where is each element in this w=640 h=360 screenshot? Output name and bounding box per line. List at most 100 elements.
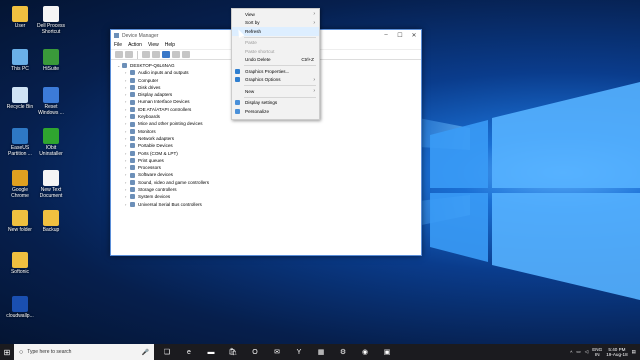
edge-icon[interactable]: e (178, 344, 200, 360)
notification-icon[interactable]: ▤ (632, 349, 636, 355)
computer-icon (122, 63, 127, 69)
tree-item[interactable]: › Monitors (125, 128, 421, 135)
tree-item[interactable]: › Processors (125, 164, 421, 171)
network-icon[interactable]: ▭ (576, 349, 580, 355)
menu-file[interactable]: File (114, 42, 122, 48)
tree-item[interactable]: › Software devices (125, 171, 421, 178)
menu-item[interactable]: Refresh (232, 27, 319, 36)
desktop-icon[interactable]: User (3, 6, 37, 29)
close-button[interactable]: ✕ (407, 32, 421, 39)
desktop-icon[interactable]: Recycle Bin (3, 87, 37, 110)
tree-item-label: Storage controllers (138, 187, 177, 193)
menu-item[interactable]: Paste shortcut (232, 47, 319, 56)
store-icon[interactable]: 🛍 (222, 344, 244, 360)
chevron-up-icon[interactable]: ^ (570, 350, 572, 355)
tree-item[interactable]: › Portable Devices (125, 142, 421, 149)
tree-item-label: IDE ATA/ATAPI controllers (138, 106, 192, 112)
menu-item-label: Graphics Properties... (245, 68, 290, 74)
task-view-icon[interactable]: ❏ (156, 344, 178, 360)
desktop-icon[interactable]: This PC (3, 49, 37, 72)
tree-item-label: Mice and other pointing devices (138, 121, 203, 127)
menu-item[interactable]: Personalize (232, 107, 319, 116)
file-explorer-icon[interactable]: ▬ (200, 344, 222, 360)
volume-icon[interactable]: ◁ (585, 349, 589, 355)
system-tray: ^ ▭ ◁ ENG IN 5:40 PM 19-Aug-18 ▤ (570, 347, 640, 358)
clock-date: 19-Aug-18 (606, 352, 628, 357)
clock[interactable]: 5:40 PM 19-Aug-18 (606, 347, 627, 358)
desktop-icon[interactable]: EaseUS Partition ... (3, 128, 37, 157)
tree-item-label: Display adapters (138, 92, 173, 98)
scan-hardware-button[interactable] (172, 51, 180, 58)
microphone-icon[interactable]: 🎤 (142, 349, 149, 356)
menu-help[interactable]: Help (165, 42, 175, 48)
menu-item[interactable]: Graphics Properties... (232, 67, 319, 76)
desktop-icon[interactable]: HiSuite (34, 49, 68, 72)
menu-item[interactable]: Undo Delete Ctrl+Z (232, 56, 319, 65)
menu-item[interactable]: Graphics Options › (232, 76, 319, 85)
desktop-icon[interactable]: Reset Windows ... (34, 87, 68, 116)
start-button[interactable]: ⊞ (0, 344, 14, 360)
menu-item[interactable]: New › (232, 87, 319, 96)
forward-button[interactable] (125, 51, 133, 58)
tree-item[interactable]: › Storage controllers (125, 186, 421, 193)
desktop-icon[interactable]: Google Chrome (3, 170, 37, 199)
tree-item-label: Keyboards (138, 114, 160, 120)
desktop-icon-label: cloudwallp... (6, 313, 34, 319)
menu-item[interactable]: Display settings (232, 99, 319, 108)
desktop-icon[interactable]: Softonic (3, 252, 37, 275)
help-button[interactable] (162, 51, 170, 58)
tree-item[interactable]: › Print queues (125, 157, 421, 164)
menu-item-label: Undo Delete (245, 57, 271, 63)
tree-item[interactable]: › Network adapters (125, 135, 421, 142)
menu-item[interactable]: View › (232, 10, 319, 19)
app-icon (12, 296, 28, 312)
windows-logo-icon: ⊞ (3, 347, 11, 357)
chevron-right-icon: › (313, 88, 315, 95)
desktop-icon-label: Recycle Bin (6, 104, 34, 110)
outlook-icon[interactable]: O (244, 344, 266, 360)
tree-item[interactable]: › Ports (COM & LPT) (125, 150, 421, 157)
tree-item-label: Sound, video and game controllers (138, 179, 209, 185)
device-category-icon (130, 194, 135, 200)
menu-separator (244, 85, 316, 86)
notepad-icon[interactable]: ▦ (310, 344, 332, 360)
toolbar-separator (137, 50, 138, 59)
search-box[interactable]: ○ Type here to search 🎤 (14, 344, 154, 360)
desktop-icon-label: IObit Uninstaller (39, 145, 63, 157)
window-title: Device Manager (122, 32, 159, 39)
minimize-button[interactable]: – (379, 32, 393, 39)
menu-view[interactable]: View (148, 42, 159, 48)
other-icon[interactable]: ▣ (376, 344, 398, 360)
desktop-icon[interactable]: IObit Uninstaller (34, 128, 68, 157)
app-icon (43, 87, 59, 103)
back-button[interactable] (115, 51, 123, 58)
chrome-icon[interactable]: ◉ (354, 344, 376, 360)
tree-item[interactable]: › Mice and other pointing devices (125, 120, 421, 127)
properties-button[interactable] (152, 51, 160, 58)
menu-item[interactable]: Paste (232, 39, 319, 48)
show-hide-tree-button[interactable] (142, 51, 150, 58)
desktop-icon[interactable]: Dell Process Shortcut (34, 6, 68, 35)
desktop-icon[interactable]: Backup (34, 210, 68, 233)
tree-item-label: Portable Devices (138, 143, 173, 149)
monitor-button[interactable] (182, 51, 190, 58)
desktop-icon[interactable]: New folder (3, 210, 37, 233)
chevron-right-icon: › (313, 76, 315, 83)
maximize-button[interactable]: ☐ (393, 32, 407, 39)
menu-item-icon (235, 108, 240, 114)
tree-item[interactable]: › System devices (125, 193, 421, 200)
device-category-icon (130, 187, 135, 193)
tree-item[interactable]: › Sound, video and game controllers (125, 179, 421, 186)
desktop-icon[interactable]: cloudwallp... (3, 296, 37, 319)
menu-item[interactable]: Sort by › (232, 19, 319, 28)
yandex-icon[interactable]: Y (288, 344, 310, 360)
language-indicator[interactable]: ENG IN (592, 347, 602, 357)
desktop-icon[interactable]: New Text Document (34, 170, 68, 199)
menu-action[interactable]: Action (128, 42, 142, 48)
menu-item-label: View (245, 11, 255, 17)
settings-icon[interactable]: ⚙ (332, 344, 354, 360)
tree-item-label: Software devices (138, 172, 173, 178)
tree-item[interactable]: › Universal Serial Bus controllers (125, 201, 421, 208)
mail-icon[interactable]: ✉ (266, 344, 288, 360)
desktop-context-menu: View › Sort by › Refresh Paste Paste shortcut U… (231, 8, 320, 120)
